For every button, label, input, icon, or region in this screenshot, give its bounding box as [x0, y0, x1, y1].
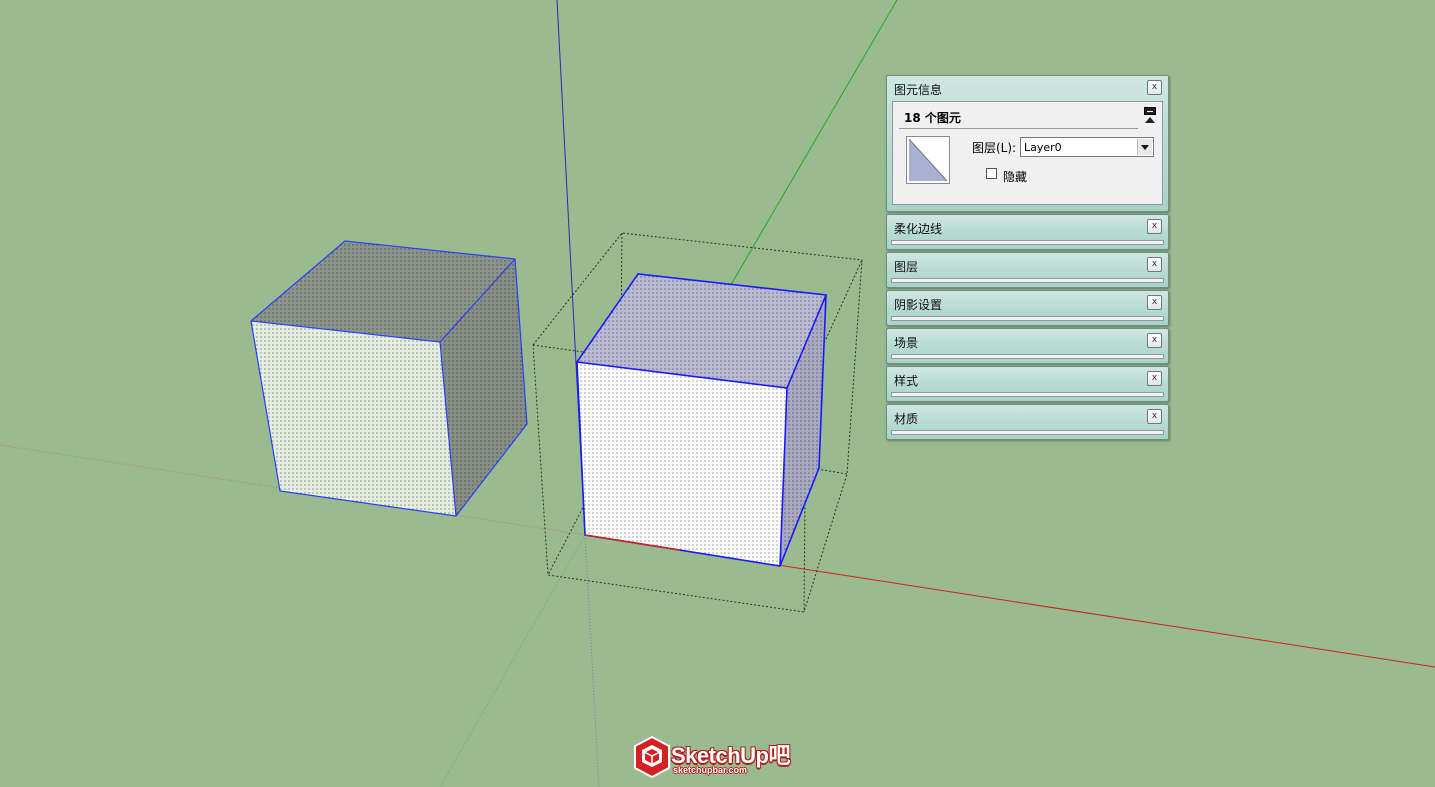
close-icon[interactable]: x: [1147, 333, 1162, 348]
panel-collapsed-bar: [891, 316, 1164, 321]
panel-collapsed-bar: [891, 392, 1164, 397]
close-icon[interactable]: x: [1147, 409, 1162, 424]
styles-title: 样式: [894, 374, 919, 388]
close-icon[interactable]: x: [1147, 371, 1162, 386]
chevron-down-icon[interactable]: [1137, 139, 1152, 155]
materials-title: 材质: [894, 412, 919, 426]
scenes-panel[interactable]: 场景 x: [886, 328, 1169, 364]
close-icon[interactable]: x: [1147, 295, 1162, 310]
model-viewport[interactable]: [0, 0, 1435, 787]
sketchup-logo-icon: [634, 735, 670, 779]
panel-collapsed-bar: [891, 278, 1164, 283]
green-axis-negative: [439, 534, 586, 787]
shadows-title: 阴影设置: [894, 298, 943, 312]
scenes-header[interactable]: 场景 x: [887, 329, 1168, 354]
entity-divider: [899, 128, 1138, 129]
styles-panel[interactable]: 样式 x: [886, 366, 1169, 402]
hide-checkbox[interactable]: [986, 168, 997, 179]
hide-label: 隐藏: [1003, 170, 1028, 184]
soften-edges-panel[interactable]: 柔化边线 x: [886, 214, 1169, 250]
layer-select[interactable]: Layer0: [1020, 137, 1154, 157]
blue-axis-negative: [584, 534, 600, 787]
left-cube-front-face-dots: [251, 321, 456, 516]
entity-info-body: 18 个图元 图层(L): Layer0 隐藏: [892, 101, 1163, 205]
entity-info-title: 图元信息: [894, 83, 943, 97]
close-icon[interactable]: x: [1147, 257, 1162, 272]
layer-select-value: Layer0: [1024, 141, 1062, 154]
panel-collapsed-bar: [891, 430, 1164, 435]
right-cube-front-face-dots: [577, 362, 787, 566]
shadows-panel[interactable]: 阴影设置 x: [886, 290, 1169, 326]
watermark-logo: SketchUp吧 sketchupbar.com: [633, 735, 803, 780]
layer-label: 图层(L):: [972, 141, 1017, 155]
styles-header[interactable]: 样式 x: [887, 367, 1168, 392]
scenes-title: 场景: [894, 336, 919, 350]
layers-header[interactable]: 图层 x: [887, 253, 1168, 278]
materials-header[interactable]: 材质 x: [887, 405, 1168, 430]
close-icon[interactable]: x: [1147, 219, 1162, 234]
panel-collapsed-bar: [891, 354, 1164, 359]
entity-count: 18 个图元: [904, 111, 961, 125]
watermark-url: sketchupbar.com: [673, 765, 748, 775]
left-cube[interactable]: [250, 240, 528, 517]
material-swatch-icon[interactable]: [906, 136, 950, 184]
shadows-header[interactable]: 阴影设置 x: [887, 291, 1168, 316]
layers-panel[interactable]: 图层 x: [886, 252, 1169, 288]
collapse-icon[interactable]: [1144, 107, 1156, 125]
entity-info-header[interactable]: 图元信息 x: [887, 76, 1168, 101]
layers-title: 图层: [894, 260, 919, 274]
panel-collapsed-bar: [891, 240, 1164, 245]
materials-panel[interactable]: 材质 x: [886, 404, 1169, 440]
entity-info-panel: 图元信息 x 18 个图元 图层(L): Layer0 隐藏: [886, 75, 1169, 212]
right-cube-selected[interactable]: [576, 273, 827, 567]
close-icon[interactable]: x: [1147, 80, 1162, 95]
soften-edges-title: 柔化边线: [894, 222, 943, 236]
default-tray: 图元信息 x 18 个图元 图层(L): Layer0 隐藏 柔化边线 x 图层…: [886, 75, 1169, 442]
soften-edges-header[interactable]: 柔化边线 x: [887, 215, 1168, 240]
